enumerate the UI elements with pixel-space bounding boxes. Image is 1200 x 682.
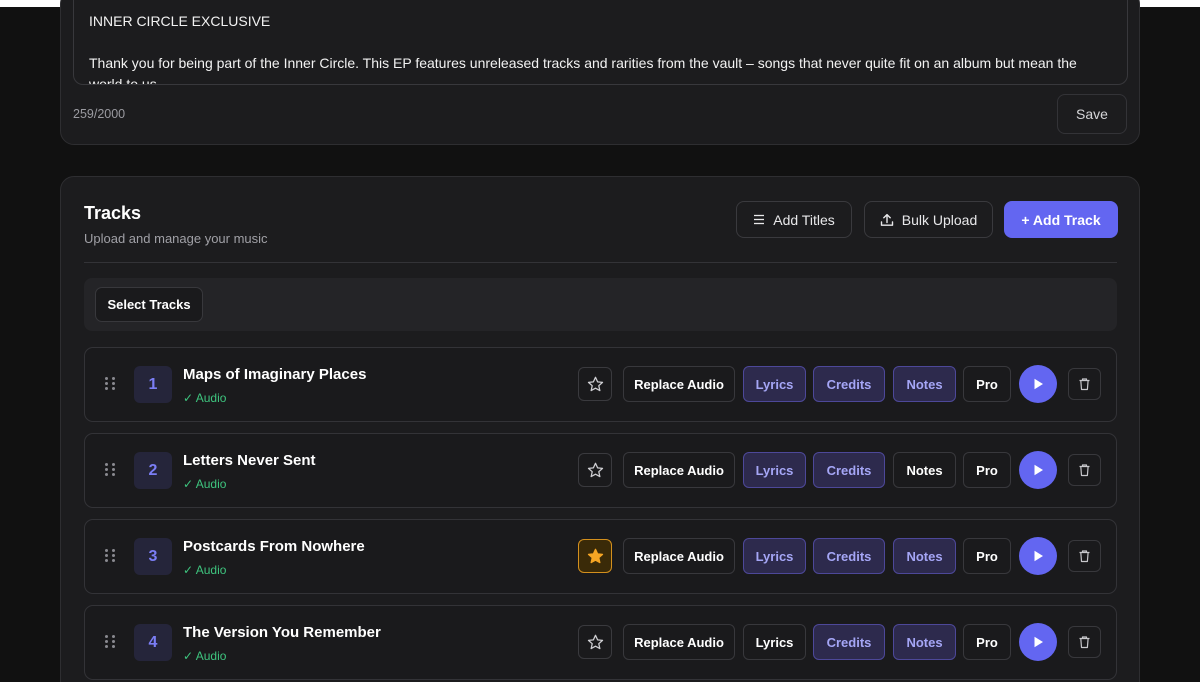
pro-button[interactable]: Pro [963,366,1011,402]
pro-button[interactable]: Pro [963,538,1011,574]
favorite-button[interactable] [578,367,612,401]
selection-toolbar: Select Tracks [84,278,1117,331]
header-divider [84,262,1117,263]
trash-icon [1079,636,1090,649]
delete-track-button[interactable] [1068,626,1101,658]
star-icon [587,634,603,650]
play-button[interactable] [1019,451,1057,489]
audio-status: ✓ Audio [183,649,227,663]
favorite-button[interactable] [578,625,612,659]
credits-button[interactable]: Credits [813,452,885,488]
bulk-upload-label: Bulk Upload [901,211,978,228]
audio-status: ✓ Audio [183,563,227,577]
trash-icon [1079,378,1090,391]
add-track-button[interactable]: + Add Track [1004,201,1118,238]
delete-track-button[interactable] [1068,540,1101,572]
trash-icon [1079,550,1090,563]
lyrics-button[interactable]: Lyrics [743,452,806,488]
play-icon [1034,550,1043,562]
audio-status: ✓ Audio [183,391,227,405]
pro-button[interactable]: Pro [963,452,1011,488]
favorite-button[interactable] [578,539,612,573]
star-icon [587,548,603,564]
character-count: 259/2000 [73,107,126,121]
tracks-title: Tracks [84,203,142,223]
track-number: 2 [134,452,172,489]
list-icon [754,214,765,225]
track-title: Letters Never Sent [183,452,316,469]
track-title: Maps of Imaginary Places [183,366,367,383]
delete-track-button[interactable] [1068,368,1101,400]
track-number: 1 [134,366,172,403]
credits-button[interactable]: Credits [813,366,885,402]
replace-audio-button[interactable]: Replace Audio [623,538,735,574]
star-icon [587,376,603,392]
favorite-button[interactable] [578,453,612,487]
credits-button[interactable]: Credits [813,624,885,660]
notes-button[interactable]: Notes [893,538,956,574]
play-button[interactable] [1019,365,1057,403]
notes-button[interactable]: Notes [893,366,956,402]
pro-button[interactable]: Pro [963,624,1011,660]
drag-handle-icon[interactable] [105,549,117,563]
track-row[interactable]: 3 Postcards From Nowhere ✓ Audio Replace… [84,519,1117,594]
notes-button[interactable]: Notes [893,452,956,488]
track-number: 3 [134,538,172,575]
audio-status: ✓ Audio [183,477,227,491]
drag-handle-icon[interactable] [105,635,117,649]
drag-handle-icon[interactable] [105,463,117,477]
notes-button[interactable]: Notes [893,624,956,660]
track-title: The Version You Remember [183,624,381,641]
play-icon [1034,464,1043,476]
track-row[interactable]: 4 The Version You Remember ✓ Audio Repla… [84,605,1117,680]
drag-handle-icon[interactable] [105,377,117,391]
credits-button[interactable]: Credits [813,538,885,574]
add-titles-button[interactable]: Add Titles [736,201,852,238]
replace-audio-button[interactable]: Replace Audio [623,366,735,402]
upload-icon [880,213,893,226]
trash-icon [1079,464,1090,477]
bulk-upload-button[interactable]: Bulk Upload [864,201,993,238]
play-button[interactable] [1019,623,1057,661]
description-card: INNER CIRCLE EXCLUSIVE Thank you for bei… [60,0,1140,145]
play-icon [1034,636,1043,648]
track-row[interactable]: 2 Letters Never Sent ✓ Audio Replace Aud… [84,433,1117,508]
play-icon [1034,378,1043,390]
replace-audio-button[interactable]: Replace Audio [623,624,735,660]
select-tracks-button[interactable]: Select Tracks [95,287,203,322]
save-button[interactable]: Save [1057,94,1127,134]
track-number: 4 [134,624,172,661]
description-textarea[interactable]: INNER CIRCLE EXCLUSIVE Thank you for bei… [73,0,1128,85]
delete-track-button[interactable] [1068,454,1101,486]
tracks-subtitle: Upload and manage your music [84,231,268,246]
track-row[interactable]: 1 Maps of Imaginary Places ✓ Audio Repla… [84,347,1117,422]
replace-audio-button[interactable]: Replace Audio [623,452,735,488]
lyrics-button[interactable]: Lyrics [743,624,806,660]
star-icon [587,462,603,478]
add-titles-label: Add Titles [773,211,835,228]
track-title: Postcards From Nowhere [183,538,365,555]
tracks-card: Tracks Upload and manage your music Add … [60,176,1140,682]
lyrics-button[interactable]: Lyrics [743,366,806,402]
play-button[interactable] [1019,537,1057,575]
lyrics-button[interactable]: Lyrics [743,538,806,574]
